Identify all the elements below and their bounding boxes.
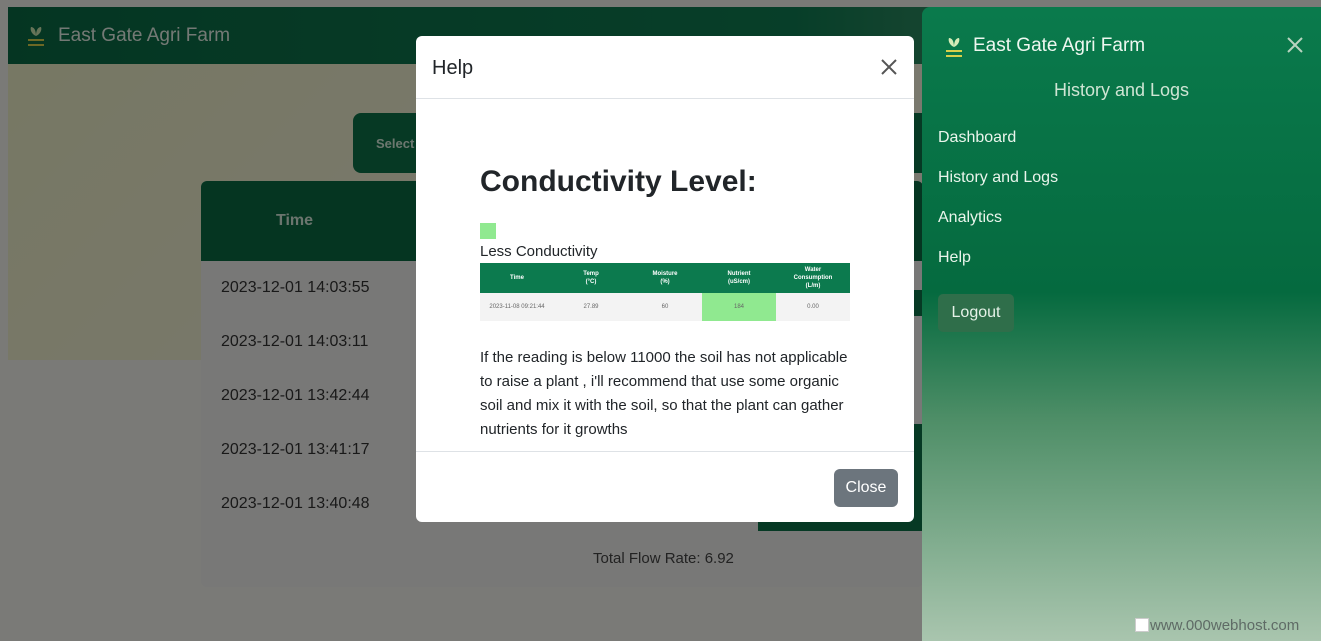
sample-header-temp: Temp (°C) [554, 263, 628, 293]
legend-label: Less Conductivity [480, 243, 598, 260]
sample-cell-moisture: 60 [628, 293, 702, 321]
farm-logo-icon [944, 35, 964, 59]
close-icon[interactable] [878, 56, 900, 78]
close-button[interactable]: Close [834, 469, 898, 507]
sample-cell-time: 2023-11-08 09:21:44 [480, 293, 554, 321]
sidebar-item-dashboard[interactable]: Dashboard [938, 129, 1058, 169]
sidebar-item-history-and-logs[interactable]: History and Logs [938, 169, 1058, 209]
modal-footer: Close [416, 451, 914, 522]
sample-header-moisture: Moisture (%) [628, 263, 702, 293]
sample-cell-water: 0.00 [776, 293, 850, 321]
modal-body: Conductivity Level: Less Conductivity Ti… [416, 99, 914, 451]
sidebar-subtitle: History and Logs [1053, 80, 1190, 100]
sidebar-item-analytics[interactable]: Analytics [938, 209, 1058, 249]
offcanvas-sidebar: East Gate Agri Farm History and Logs Das… [922, 7, 1321, 641]
broken-image-icon [1135, 618, 1149, 632]
sample-reading-table: Time Temp (°C) Moisture (%) Nutrient (uS… [480, 263, 850, 321]
sample-cell-temp: 27.89 [554, 293, 628, 321]
conductivity-heading: Conductivity Level: [480, 165, 757, 198]
sidebar-nav: Dashboard History and Logs Analytics Hel… [938, 129, 1058, 289]
sample-cell-nutrient: 184 [702, 293, 776, 321]
sample-header-nutrient: Nutrient (uS/cm) [702, 263, 776, 293]
help-modal: Help Conductivity Level: Less Conductivi… [416, 36, 914, 522]
logout-button[interactable]: Logout [938, 294, 1014, 332]
sample-header-water: Water Consumption (L/m) [776, 263, 850, 293]
legend-swatch [480, 223, 496, 239]
close-icon[interactable] [1284, 35, 1306, 57]
host-footer-text: www.000webhost.com [1150, 617, 1300, 634]
sample-header-time: Time [480, 263, 554, 293]
sidebar-item-help[interactable]: Help [938, 249, 1058, 289]
host-footer-link[interactable]: www.000webhost.com [1135, 617, 1299, 634]
sidebar-brand: East Gate Agri Farm [973, 35, 1146, 56]
modal-title: Help [432, 57, 474, 79]
modal-header: Help [416, 36, 914, 99]
help-description: If the reading is below 11000 the soil h… [480, 349, 848, 438]
